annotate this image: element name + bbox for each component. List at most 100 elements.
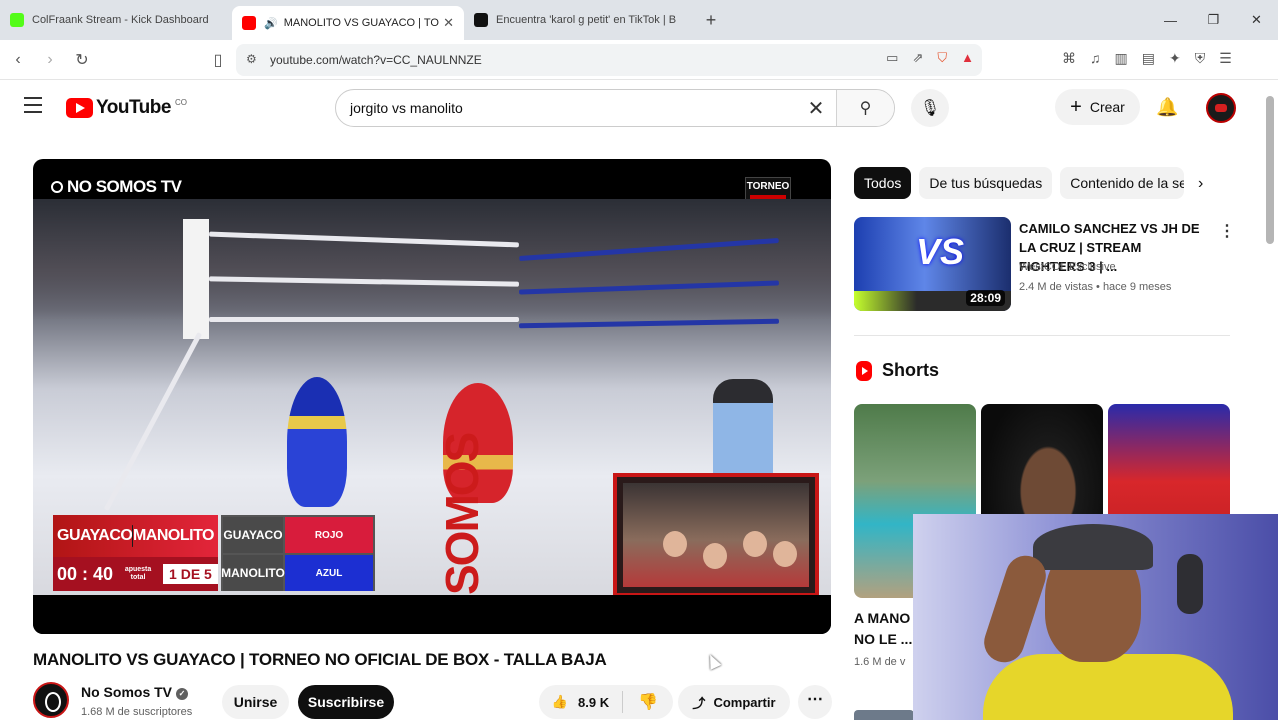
related-filter-chips: Todos De tus búsquedas Contenido de la s… — [854, 167, 1185, 199]
channel-avatar[interactable] — [33, 682, 69, 718]
logo-text: YouTube — [96, 97, 171, 118]
wallet-icon[interactable]: ▤ — [1142, 50, 1155, 67]
tab-title: MANOLITO VS GUAYACO | TO — [283, 17, 439, 29]
notifications-bell-icon[interactable]: 🔔 — [1156, 97, 1178, 118]
kick-favicon-icon — [10, 13, 24, 27]
join-button[interactable]: Unirse — [222, 685, 289, 719]
address-bar[interactable]: ⚙ youtube.com/watch?v=CC_NAULNNZE ▭ ⇗ ⛉ … — [236, 44, 982, 76]
back-icon[interactable]: ‹ — [4, 51, 32, 69]
menu-icon[interactable]: ☰ — [1219, 50, 1232, 67]
brave-rewards-icon[interactable]: ▲ — [961, 50, 974, 66]
search-icon: ⚲ — [859, 100, 872, 117]
fight-scoreboard: GUAYACO MANOLITO 00 : 40 apuesta total 1… — [53, 515, 375, 593]
short-meta: 1.6 M de v — [854, 656, 906, 668]
chip-de-tus-busquedas[interactable]: De tus búsquedas — [919, 167, 1053, 199]
share-icon: ⤴ — [692, 695, 706, 711]
webcam-person-arm — [978, 550, 1052, 668]
guide-menu-icon[interactable] — [24, 97, 42, 113]
more-actions-button[interactable]: ⋯ — [798, 685, 832, 719]
commentator — [743, 531, 767, 557]
restore-icon[interactable]: ❐ — [1192, 12, 1235, 28]
more-options-icon[interactable]: ⋮ — [1219, 221, 1235, 241]
fighter-names: GUAYACO MANOLITO — [53, 515, 218, 557]
youtube-favicon-icon — [242, 16, 256, 30]
clear-search-icon[interactable]: ✕ — [796, 96, 836, 121]
next-thumbnail[interactable] — [854, 710, 914, 720]
search-input[interactable]: jorgito vs manolito — [336, 100, 796, 116]
brave-shield-icon[interactable]: ⛉ — [937, 50, 947, 66]
chip-todos[interactable]: Todos — [854, 167, 912, 199]
subscriber-count: 1.68 M de suscriptores — [81, 706, 193, 718]
plus-icon: + — [1070, 95, 1082, 118]
youtube-header: YouTube CO jorgito vs manolito ✕ ⚲ 🎙 + C… — [0, 81, 1264, 137]
recommended-channel[interactable]: WestCOL Exclusive — [1019, 261, 1116, 273]
commentator — [773, 541, 797, 567]
audio-playing-icon[interactable]: 🔊 — [264, 17, 278, 30]
share-page-icon[interactable]: ⇗ — [912, 50, 923, 66]
account-avatar[interactable] — [1206, 93, 1236, 123]
corner-colors: GUAYACO ROJO MANOLITO AZUL — [221, 515, 375, 591]
url-text[interactable]: youtube.com/watch?v=CC_NAULNNZE — [270, 53, 482, 67]
browser-tab-tiktok[interactable]: Encuentra 'karol g petit' en TikTok | B — [464, 0, 696, 40]
tab-title: ColFraank Stream - Kick Dashboard — [32, 14, 209, 26]
channel-watermark: NO SOMOS TV — [51, 177, 182, 197]
webcam-overlay — [913, 514, 1278, 720]
webcam-person-cap — [1033, 524, 1153, 570]
youtube-play-icon — [66, 98, 93, 118]
fighter-blue — [287, 377, 347, 507]
crowd-background — [33, 199, 831, 319]
video-title: MANOLITO VS GUAYACO | TORNEO NO OFICIAL … — [33, 650, 607, 669]
voice-search-button[interactable]: 🎙 — [911, 89, 949, 127]
section-divider — [854, 335, 1230, 336]
browser-tab-youtube[interactable]: 🔊 MANOLITO VS GUAYACO | TO ✕ — [232, 6, 464, 40]
channel-name[interactable]: No Somos TV ✓ — [81, 684, 189, 700]
close-window-icon[interactable]: ✕ — [1235, 12, 1278, 28]
leo-ai-icon[interactable]: ✦ — [1169, 50, 1181, 67]
vpn-icon[interactable]: ⛨ — [1195, 50, 1206, 67]
player-bottom-bar — [33, 595, 831, 634]
search-box: jorgito vs manolito ✕ ⚲ — [335, 89, 895, 127]
microphone-icon: 🎙 — [919, 100, 941, 117]
browser-tools: ⌘ ♫ ▥ ▤ ✦ ⛨ ☰ — [1062, 50, 1232, 67]
browser-tab-kick[interactable]: ColFraank Stream - Kick Dashboard — [0, 0, 232, 40]
commentators-inset — [613, 473, 819, 597]
commentator — [703, 543, 727, 569]
ring-rope — [103, 332, 203, 511]
new-tab-button[interactable]: + — [696, 10, 726, 31]
round-indicator: 1 DE 5 — [163, 564, 218, 584]
sidebar-toggle-icon[interactable]: ▥ — [1115, 50, 1128, 67]
minimize-icon[interactable]: — — [1149, 13, 1192, 28]
browser-tab-strip: ColFraank Stream - Kick Dashboard 🔊 MANO… — [0, 0, 1278, 40]
bookmark-icon[interactable]: ▯ — [204, 50, 232, 70]
bet-label: apuesta total — [124, 566, 152, 581]
thumbs-up-icon: 👍 — [551, 694, 569, 709]
create-button[interactable]: + Crear — [1055, 89, 1140, 125]
dislike-button[interactable]: 👎 — [623, 692, 673, 712]
youtube-logo[interactable]: YouTube CO — [66, 97, 187, 119]
webcam-person-shirt — [983, 654, 1233, 720]
chevron-right-icon[interactable]: › — [1198, 175, 1203, 193]
headphones-icon — [1177, 554, 1203, 614]
cast-icon[interactable]: ▭ — [886, 50, 898, 66]
site-info-icon[interactable]: ⚙ — [246, 52, 257, 66]
music-icon[interactable]: ♫ — [1090, 50, 1101, 67]
extension-icon[interactable]: ⌘ — [1062, 50, 1076, 67]
page-scrollbar[interactable] — [1266, 96, 1274, 244]
search-button[interactable]: ⚲ — [836, 90, 894, 126]
share-button[interactable]: ⤴ Compartir — [678, 685, 790, 719]
forward-icon[interactable]: › — [36, 51, 64, 69]
like-button[interactable]: 👍 8.9 K — [539, 691, 623, 713]
recommended-thumbnail[interactable]: VS 28:09 — [854, 217, 1011, 311]
short-title[interactable]: A MANO NO LE ... — [854, 608, 912, 650]
close-tab-icon[interactable]: ✕ — [443, 15, 454, 31]
video-player[interactable]: NO SOMOS TV TORNEO SOMOS GUAYACO MANOLIT… — [33, 159, 831, 634]
subscribe-button[interactable]: Suscribirse — [298, 685, 394, 719]
video-duration: 28:09 — [966, 290, 1005, 306]
chip-contenido-de-la-serie[interactable]: Contenido de la se — [1060, 167, 1185, 199]
reload-icon[interactable]: ↻ — [68, 50, 96, 70]
ring-rope — [209, 317, 519, 322]
thumbs-down-icon: 👎 — [638, 694, 658, 711]
address-bar-actions: ▭ ⇗ ⛉ ▲ — [886, 50, 974, 66]
country-code: CO — [174, 97, 187, 107]
verified-badge-icon: ✓ — [176, 688, 189, 700]
